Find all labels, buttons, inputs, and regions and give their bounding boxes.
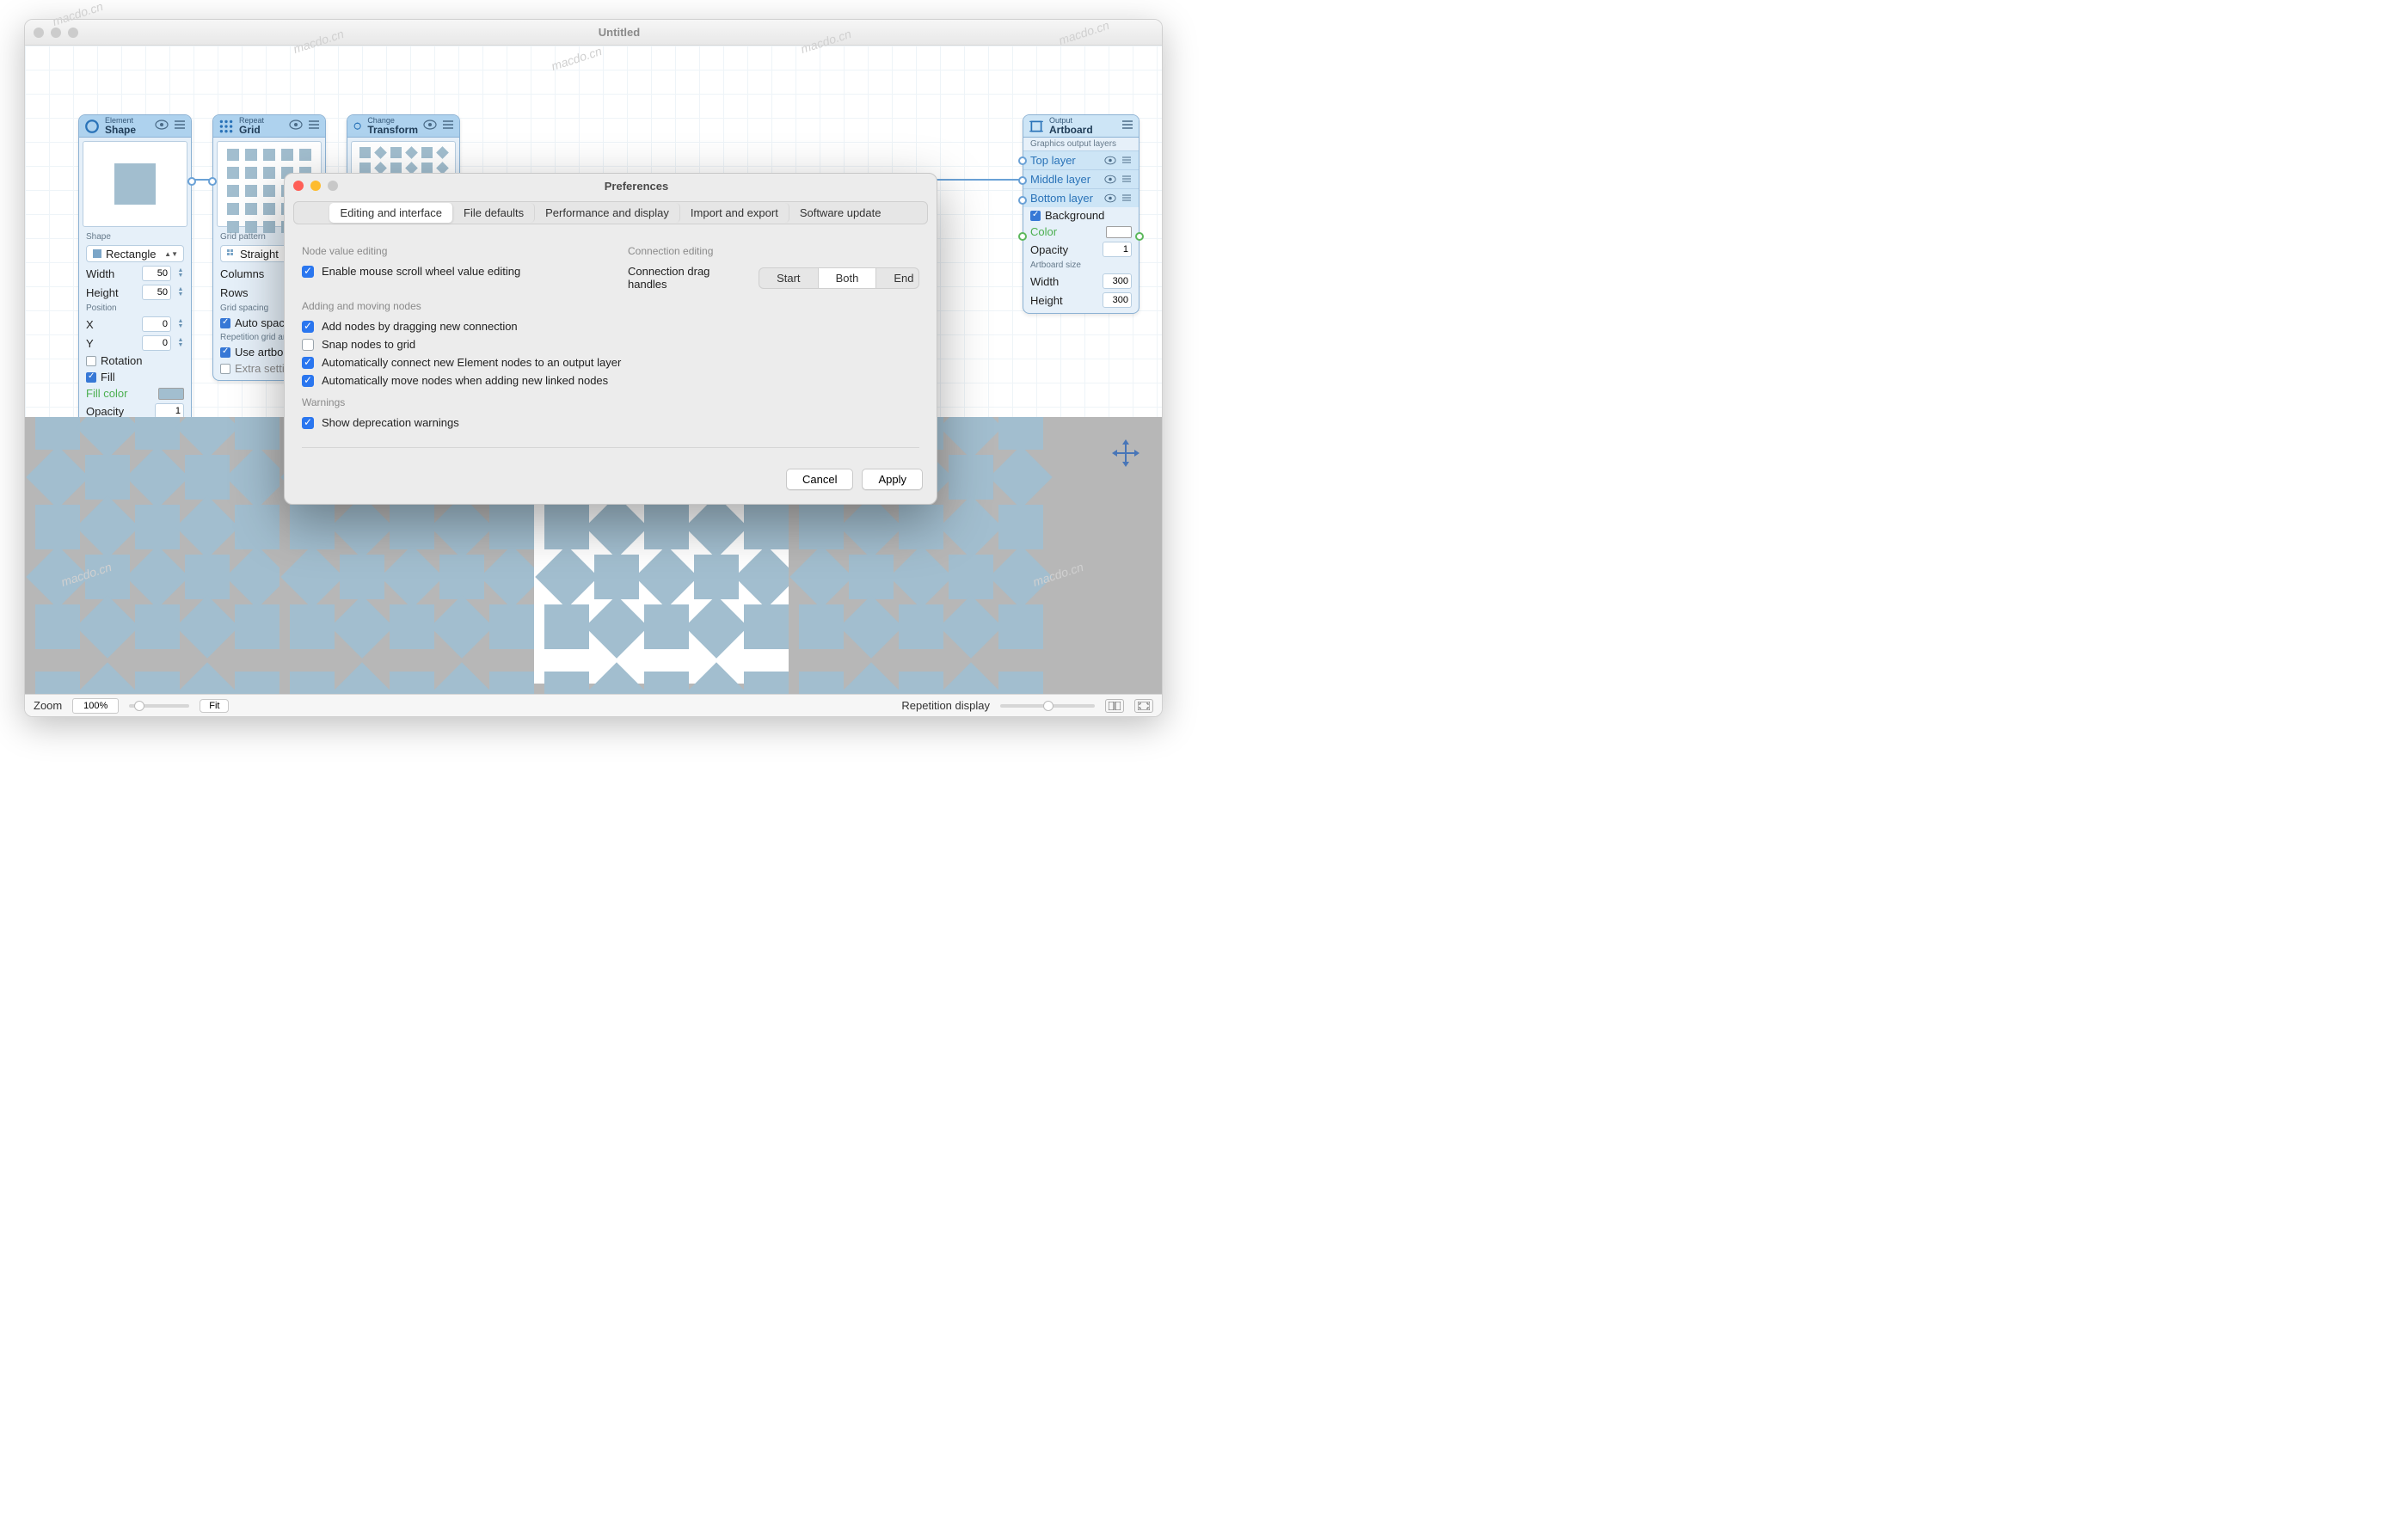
preferences-dialog: Preferences Editing and interface File d… bbox=[284, 173, 937, 505]
node-preview bbox=[83, 141, 187, 227]
deprecation-checkbox[interactable] bbox=[302, 417, 314, 429]
stepper[interactable]: ▲▼ bbox=[177, 268, 184, 279]
tab-bar: Editing and interface File defaults Perf… bbox=[293, 201, 928, 224]
fullscreen-icon[interactable] bbox=[1134, 699, 1153, 713]
stepper[interactable]: ▲▼ bbox=[177, 287, 184, 297]
artboard-opacity-input[interactable] bbox=[1103, 242, 1132, 257]
split-view-icon[interactable] bbox=[1105, 699, 1124, 713]
rotation-checkbox[interactable] bbox=[86, 356, 96, 366]
close-icon[interactable] bbox=[34, 28, 44, 38]
segment-end[interactable]: End bbox=[876, 268, 919, 288]
zoom-label: Zoom bbox=[34, 699, 62, 712]
add-dragging-checkbox[interactable] bbox=[302, 321, 314, 333]
menu-icon[interactable] bbox=[174, 120, 186, 132]
output-port[interactable] bbox=[187, 177, 196, 186]
dialog-titlebar[interactable]: Preferences bbox=[285, 174, 937, 198]
width-input[interactable] bbox=[142, 266, 171, 281]
zoom-icon[interactable] bbox=[328, 181, 338, 191]
tab-performance[interactable]: Performance and display bbox=[535, 203, 680, 223]
titlebar[interactable]: Untitled bbox=[25, 20, 1162, 46]
zoom-icon[interactable] bbox=[68, 28, 78, 38]
layer-top[interactable]: Top layer bbox=[1023, 150, 1139, 169]
move-arrows-icon[interactable] bbox=[1110, 438, 1141, 469]
eye-icon[interactable] bbox=[423, 120, 437, 132]
menu-icon[interactable] bbox=[308, 120, 320, 132]
auto-connect-checkbox[interactable] bbox=[302, 357, 314, 369]
height-input[interactable] bbox=[142, 285, 171, 300]
use-artboard-checkbox[interactable] bbox=[220, 347, 230, 358]
fill-checkbox[interactable] bbox=[86, 372, 96, 383]
circle-icon bbox=[84, 119, 100, 134]
node-header[interactable]: RepeatGrid bbox=[213, 115, 325, 138]
repetition-slider[interactable] bbox=[1000, 704, 1095, 708]
apply-button[interactable]: Apply bbox=[862, 469, 923, 490]
node-header[interactable]: ChangeTransform bbox=[347, 115, 459, 138]
eye-icon[interactable] bbox=[155, 120, 169, 132]
tab-import-export[interactable]: Import and export bbox=[680, 203, 789, 223]
input-port[interactable] bbox=[1018, 196, 1027, 205]
minimize-icon[interactable] bbox=[51, 28, 61, 38]
port-green[interactable] bbox=[1135, 232, 1144, 241]
input-port[interactable] bbox=[1018, 156, 1027, 165]
grid-icon bbox=[218, 119, 234, 134]
status-bar: Zoom Fit Repetition display bbox=[25, 694, 1162, 716]
repetition-label: Repetition display bbox=[901, 699, 990, 712]
fit-button[interactable]: Fit bbox=[200, 699, 229, 713]
input-port[interactable] bbox=[208, 177, 217, 186]
close-icon[interactable] bbox=[293, 181, 304, 191]
snap-grid-checkbox[interactable] bbox=[302, 339, 314, 351]
drag-handles-segment: Start Both End bbox=[759, 267, 919, 289]
auto-move-checkbox[interactable] bbox=[302, 375, 314, 387]
shape-type-select[interactable]: Rectangle▲▼ bbox=[86, 245, 184, 262]
segment-both[interactable]: Both bbox=[819, 268, 877, 288]
zoom-slider[interactable] bbox=[129, 704, 189, 708]
port-green[interactable] bbox=[1018, 232, 1027, 241]
stepper[interactable]: ▲▼ bbox=[177, 338, 184, 348]
auto-spacing-checkbox[interactable] bbox=[220, 318, 230, 328]
dialog-body: Node value editing Enable mouse scroll w… bbox=[285, 235, 937, 460]
node-header[interactable]: ElementShape bbox=[79, 115, 191, 138]
scroll-edit-checkbox[interactable] bbox=[302, 266, 314, 278]
artboard-width-input[interactable] bbox=[1103, 273, 1132, 289]
layer-middle[interactable]: Middle layer bbox=[1023, 169, 1139, 188]
artboard-height-input[interactable] bbox=[1103, 292, 1132, 308]
node-artboard[interactable]: OutputArtboard Graphics output layers To… bbox=[1023, 114, 1140, 314]
tab-editing[interactable]: Editing and interface bbox=[329, 203, 453, 223]
y-input[interactable] bbox=[142, 335, 171, 351]
extra-settings-checkbox[interactable] bbox=[220, 364, 230, 374]
tab-software-update[interactable]: Software update bbox=[789, 203, 892, 223]
bg-color-swatch[interactable] bbox=[1106, 226, 1132, 238]
x-input[interactable] bbox=[142, 316, 171, 332]
window-title: Untitled bbox=[85, 26, 1153, 39]
node-shape[interactable]: ElementShape Shape Rectangle▲▼ Width▲▼ H… bbox=[78, 114, 192, 425]
transform-icon bbox=[353, 119, 362, 134]
cancel-button[interactable]: Cancel bbox=[786, 469, 853, 490]
stepper[interactable]: ▲▼ bbox=[177, 319, 184, 329]
minimize-icon[interactable] bbox=[310, 181, 321, 191]
zoom-input[interactable] bbox=[72, 698, 119, 714]
eye-icon[interactable] bbox=[289, 120, 303, 132]
artboard-icon bbox=[1029, 119, 1044, 134]
dialog-title: Preferences bbox=[345, 180, 928, 193]
tab-file-defaults[interactable]: File defaults bbox=[453, 203, 535, 223]
segment-start[interactable]: Start bbox=[759, 268, 818, 288]
node-header[interactable]: OutputArtboard bbox=[1023, 115, 1139, 138]
fill-color-swatch[interactable] bbox=[158, 388, 184, 400]
menu-icon[interactable] bbox=[1121, 120, 1133, 132]
menu-icon[interactable] bbox=[442, 120, 454, 132]
background-checkbox[interactable] bbox=[1030, 211, 1041, 221]
dialog-footer: Cancel Apply bbox=[285, 460, 937, 504]
input-port[interactable] bbox=[1018, 176, 1027, 185]
layer-bottom[interactable]: Bottom layer bbox=[1023, 188, 1139, 207]
